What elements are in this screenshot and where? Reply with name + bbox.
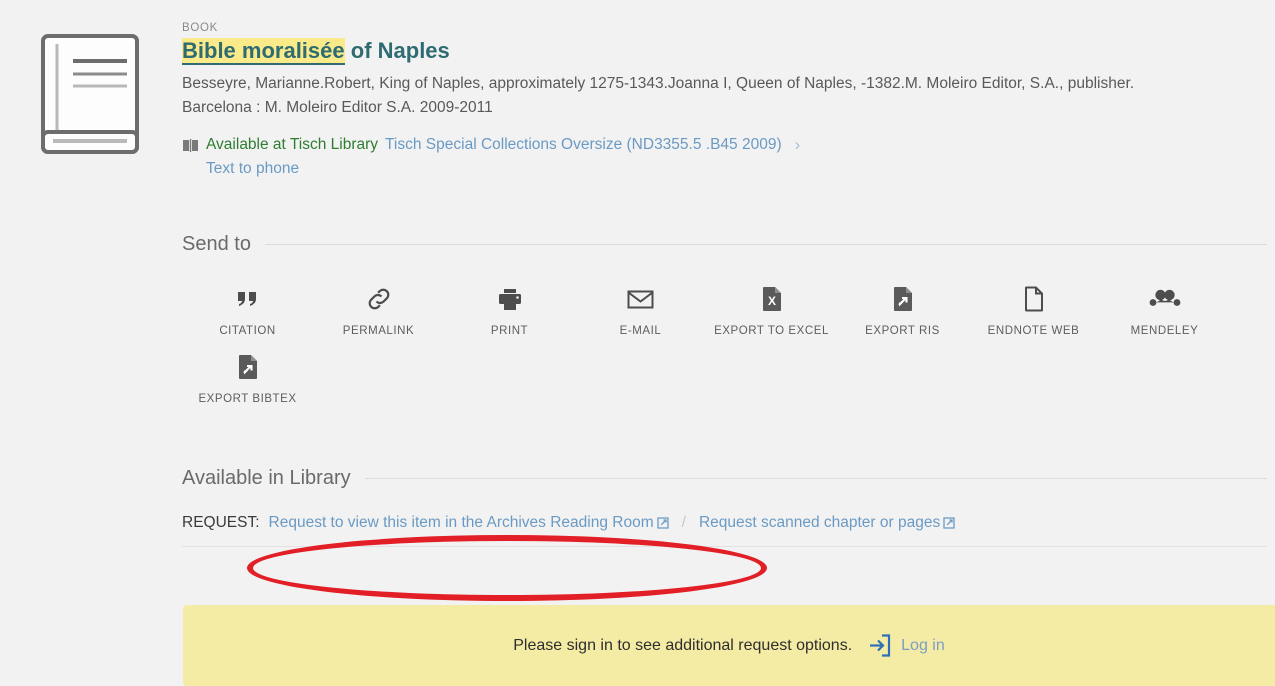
send-to-header: Send to — [182, 233, 1267, 256]
link-icon — [366, 284, 392, 314]
record-authors: Besseyre, Marianne.Robert, King of Naple… — [182, 74, 1135, 92]
send-to-export-excel[interactable]: X EXPORT TO EXCEL — [706, 284, 837, 340]
printer-icon — [497, 284, 523, 314]
export-file-icon — [892, 284, 914, 314]
send-to-mendeley[interactable]: MENDELEY — [1099, 284, 1230, 340]
envelope-icon — [627, 284, 654, 314]
sign-in-message: Please sign in to see additional request… — [513, 636, 853, 654]
record-thumbnail-container — [0, 18, 182, 178]
external-link-icon — [656, 517, 669, 530]
request-archives-reading-room-link[interactable]: Request to view this item in the Archive… — [269, 514, 669, 532]
send-to-print[interactable]: PRINT — [444, 284, 575, 340]
open-book-icon — [183, 138, 198, 152]
log-in-label: Log in — [901, 636, 945, 654]
availability-location-link[interactable]: Tisch Special Collections Oversize (ND33… — [385, 136, 782, 154]
send-to-label: ENDNOTE WEB — [987, 325, 1080, 338]
send-to-citation[interactable]: CITATION — [182, 284, 313, 340]
available-in-library-title: Available in Library — [182, 467, 351, 490]
send-to-label: EXPORT TO EXCEL — [714, 325, 829, 338]
send-to-permalink[interactable]: PERMALINK — [313, 284, 444, 340]
excel-file-icon: X — [761, 284, 783, 314]
chevron-right-icon[interactable]: › — [795, 135, 801, 155]
availability-status: Available at Tisch Library — [206, 136, 379, 154]
send-to-label: EXPORT BIBTEX — [198, 392, 297, 405]
record-publication: Barcelona : M. Moleiro Editor S.A. 2009-… — [182, 99, 493, 117]
section-divider — [364, 478, 1267, 480]
sign-in-banner: Please sign in to see additional request… — [183, 605, 1275, 686]
request-link-label: Request scanned chapter or pages — [698, 514, 941, 532]
record-type-label: BOOK — [182, 22, 219, 34]
request-scanned-chapter-link[interactable]: Request scanned chapter or pages — [699, 514, 955, 532]
send-to-section: Send to CITATION PERMALINK PRINT E-MAIL … — [182, 233, 1267, 419]
send-to-email[interactable]: E-MAIL — [575, 284, 706, 340]
send-to-label: PRINT — [490, 325, 529, 338]
record-header: BOOK Bible moralisée of Naples Besseyre,… — [0, 0, 1275, 178]
availability-row: Available at Tisch Library Tisch Special… — [182, 135, 1255, 155]
record-detail-page: BOOK Bible moralisée of Naples Besseyre,… — [0, 0, 1275, 686]
text-to-phone-link[interactable]: Text to phone — [206, 160, 1255, 178]
request-links-separator: / — [681, 514, 686, 532]
request-label: REQUEST: — [182, 514, 260, 532]
record-title-rest: of Naples — [344, 38, 450, 63]
send-to-title: Send to — [182, 233, 251, 256]
request-link-label: Request to view this item in the Archive… — [268, 514, 654, 532]
send-to-label: EXPORT RIS — [865, 325, 940, 338]
send-to-label: E-MAIL — [619, 325, 662, 338]
external-link-icon — [943, 517, 955, 530]
sign-in-icon — [870, 634, 891, 657]
request-row: REQUEST: Request to view this item in th… — [182, 514, 1267, 548]
send-to-endnote-web[interactable]: ENDNOTE WEB — [968, 284, 1099, 340]
section-divider — [264, 244, 1267, 246]
send-to-export-ris[interactable]: EXPORT RIS — [837, 284, 968, 340]
send-to-actions: CITATION PERMALINK PRINT E-MAIL X EXPORT… — [182, 284, 1267, 419]
log-in-button[interactable]: Log in — [868, 633, 945, 658]
send-to-label: MENDELEY — [1130, 325, 1199, 338]
quote-icon — [237, 284, 259, 314]
available-in-library-section: Available in Library REQUEST: Request to… — [182, 467, 1267, 548]
record-title[interactable]: Bible moralisée of Naples — [182, 37, 450, 65]
available-in-library-header: Available in Library — [182, 467, 1267, 490]
record-title-highlight: Bible moralisée — [182, 38, 345, 65]
send-to-label: PERMALINK — [342, 325, 415, 338]
record-metadata: BOOK Bible moralisée of Naples Besseyre,… — [182, 18, 1275, 178]
send-to-label: CITATION — [219, 325, 276, 338]
export-file-icon — [237, 352, 259, 382]
mendeley-icon — [1149, 284, 1181, 314]
book-placeholder-icon — [41, 34, 139, 154]
document-icon — [1023, 284, 1045, 314]
svg-text:X: X — [767, 294, 775, 308]
send-to-export-bibtex[interactable]: EXPORT BIBTEX — [182, 352, 313, 408]
